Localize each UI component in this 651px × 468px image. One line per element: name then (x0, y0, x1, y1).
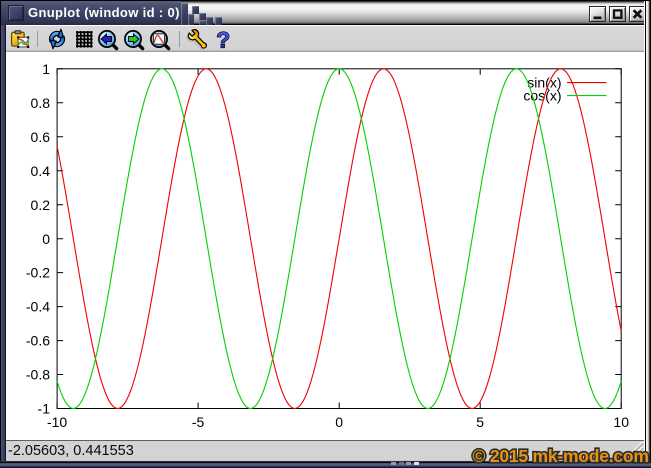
svg-text:0: 0 (335, 414, 343, 430)
svg-text:0: 0 (42, 231, 50, 247)
svg-text:0.4: 0.4 (31, 163, 51, 179)
svg-text:0.6: 0.6 (31, 129, 51, 145)
svg-text:5: 5 (476, 414, 484, 430)
svg-text:10: 10 (613, 414, 629, 430)
svg-text:-0.6: -0.6 (26, 333, 50, 349)
svg-text:0.8: 0.8 (31, 95, 51, 111)
svg-text:1: 1 (42, 61, 50, 77)
svg-text:cos(x): cos(x) (523, 87, 561, 103)
svg-text:-10: -10 (47, 414, 67, 430)
svg-text:-5: -5 (192, 414, 205, 430)
svg-text:-0.2: -0.2 (26, 265, 50, 281)
svg-text:0.2: 0.2 (31, 197, 51, 213)
svg-text:-0.4: -0.4 (26, 299, 50, 315)
svg-text:-0.8: -0.8 (26, 367, 50, 383)
